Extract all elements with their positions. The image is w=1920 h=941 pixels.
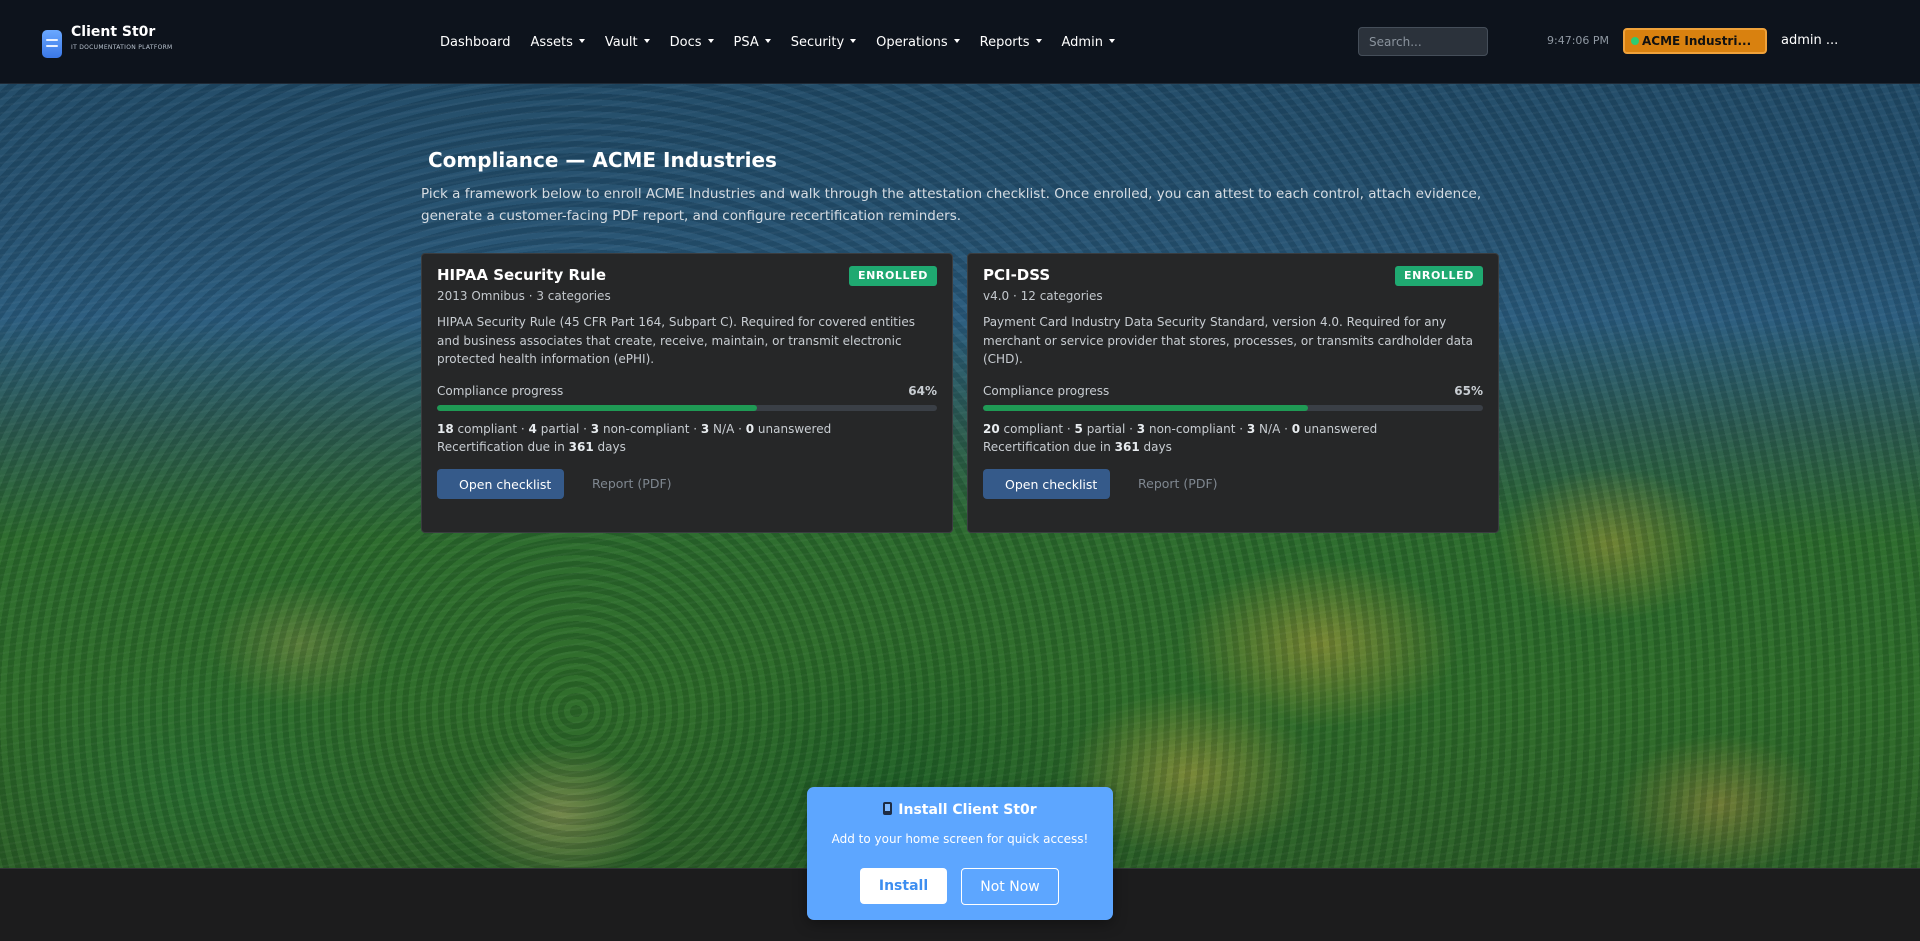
nav-reports[interactable]: Reports — [980, 35, 1042, 50]
search-input[interactable] — [1358, 27, 1488, 56]
status-dot-icon — [1631, 37, 1639, 45]
not-now-button[interactable]: Not Now — [961, 868, 1059, 905]
main-nav: Dashboard Assets Vault Docs PSA Security… — [440, 0, 1135, 84]
control-stats: 18 compliant · 4 partial · 3 non-complia… — [437, 422, 832, 436]
navbar: Client St0r IT DOCUMENTATION PLATFORM Da… — [0, 0, 1920, 84]
progress-bar — [983, 405, 1483, 411]
install-prompt: Install Client St0r Add to your home scr… — [807, 787, 1113, 920]
nav-security[interactable]: Security — [791, 35, 856, 50]
tenant-switcher-button[interactable]: ACME Industri... — [1623, 28, 1767, 54]
clock: 9:47:06 PM — [1547, 34, 1610, 47]
brand-name: Client St0r — [71, 24, 156, 40]
brand-logo[interactable]: Client St0r IT DOCUMENTATION PLATFORM — [42, 24, 173, 58]
nav-psa[interactable]: PSA — [734, 35, 771, 50]
status-badge: ENROLLED — [1394, 266, 1483, 286]
nav-admin[interactable]: Admin — [1062, 35, 1115, 50]
user-menu[interactable]: admin ... — [1781, 33, 1838, 48]
install-title: Install Client St0r — [807, 802, 1113, 818]
page-title: Compliance — ACME Industries — [428, 148, 777, 172]
framework-title: PCI-DSS — [983, 266, 1051, 284]
server-icon — [42, 30, 62, 58]
report-pdf-button[interactable]: Report (PDF) — [1124, 469, 1232, 499]
progress-bar — [437, 405, 937, 411]
framework-description: Payment Card Industry Data Security Stan… — [983, 315, 1474, 366]
brand-tagline: IT DOCUMENTATION PLATFORM — [71, 44, 173, 51]
progress-label: Compliance progress — [983, 384, 1110, 398]
nav-dashboard[interactable]: Dashboard — [440, 35, 511, 50]
framework-description: HIPAA Security Rule (45 CFR Part 164, Su… — [437, 315, 915, 366]
mobile-phone-icon — [883, 802, 893, 815]
framework-subtitle: 2013 Omnibus · 3 categories — [437, 289, 611, 303]
open-checklist-button[interactable]: Open checklist — [983, 469, 1110, 499]
recertification-due: Recertification due in 361 days — [983, 440, 1172, 454]
framework-card-pci-dss: PCI-DSS ENROLLED v4.0 · 12 categories Pa… — [967, 253, 1499, 533]
nav-operations[interactable]: Operations — [876, 35, 959, 50]
nav-assets[interactable]: Assets — [531, 35, 585, 50]
framework-title: HIPAA Security Rule — [437, 266, 606, 284]
framework-card-hipaa: HIPAA Security Rule ENROLLED 2013 Omnibu… — [421, 253, 953, 533]
progress-percent: 65% — [1454, 384, 1483, 398]
page-description: Pick a framework below to enroll ACME In… — [421, 186, 1482, 224]
progress-fill — [437, 405, 757, 411]
recertification-due: Recertification due in 361 days — [437, 440, 626, 454]
report-pdf-button[interactable]: Report (PDF) — [578, 469, 686, 499]
nav-vault[interactable]: Vault — [605, 35, 650, 50]
tenant-name: ACME Industri... — [1642, 34, 1752, 48]
framework-subtitle: v4.0 · 12 categories — [983, 289, 1103, 303]
open-checklist-button[interactable]: Open checklist — [437, 469, 564, 499]
nav-docs[interactable]: Docs — [670, 35, 714, 50]
progress-percent: 64% — [908, 384, 937, 398]
control-stats: 20 compliant · 5 partial · 3 non-complia… — [983, 422, 1378, 436]
install-message: Add to your home screen for quick access… — [831, 832, 1089, 846]
progress-fill — [983, 405, 1308, 411]
progress-label: Compliance progress — [437, 384, 564, 398]
status-badge: ENROLLED — [848, 266, 937, 286]
install-button[interactable]: Install — [860, 868, 947, 904]
